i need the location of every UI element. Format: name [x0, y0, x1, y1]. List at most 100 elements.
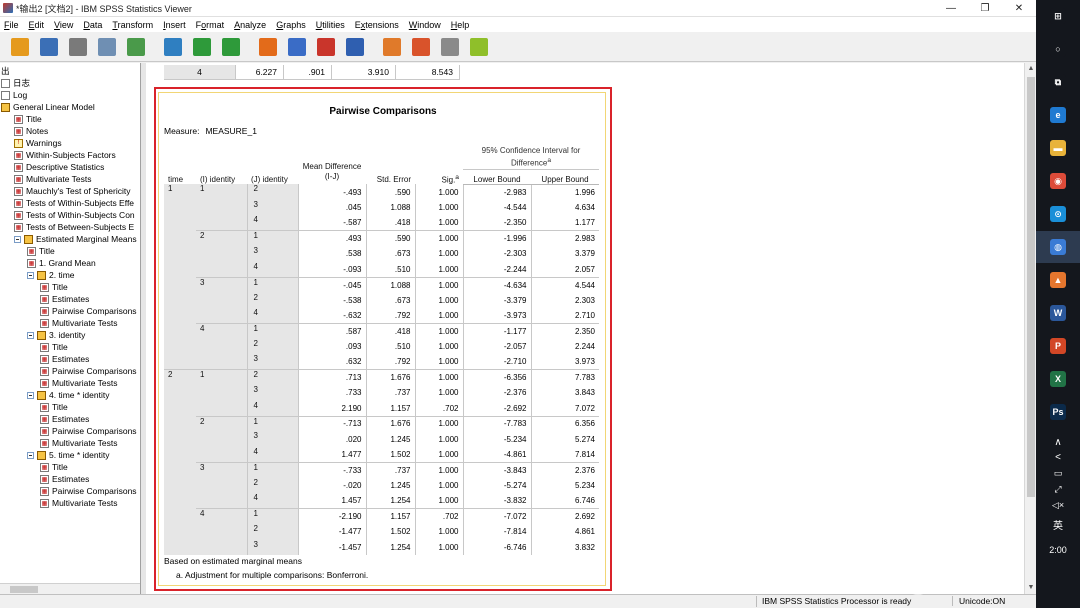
- print-button[interactable]: [66, 35, 90, 59]
- outline-item[interactable]: General Linear Model: [1, 101, 95, 113]
- outline-item[interactable]: ▦ Tests of Within-Subjects Effe: [14, 197, 134, 209]
- maximize-button[interactable]: ❐: [968, 0, 1002, 17]
- collapse-toggle-icon[interactable]: [27, 331, 34, 339]
- outline-item[interactable]: ▦ Estimates: [40, 293, 89, 305]
- excel-taskbar-button[interactable]: X: [1036, 363, 1080, 395]
- outline-item[interactable]: ▦ Estimates: [40, 413, 89, 425]
- outline-item[interactable]: ▦ Title: [40, 341, 68, 353]
- variables-button[interactable]: [343, 35, 367, 59]
- outline-scroll-thumb[interactable]: [10, 586, 38, 593]
- outline-item[interactable]: Log: [1, 89, 27, 101]
- search-app-taskbar-button[interactable]: ⊙: [1036, 198, 1080, 230]
- cortana-taskbar-button[interactable]: ○: [1036, 33, 1080, 65]
- menu-analyze[interactable]: Analyze: [230, 20, 272, 30]
- collapse-toggle-icon[interactable]: [27, 271, 34, 279]
- edge-taskbar-button[interactable]: e: [1036, 99, 1080, 131]
- print-preview-button[interactable]: [95, 35, 119, 59]
- globe-taskbar-button[interactable]: ◍: [1036, 231, 1080, 263]
- outline-item[interactable]: ▦ Descriptive Statistics: [14, 161, 104, 173]
- collapse-toggle-icon[interactable]: [14, 235, 21, 243]
- menu-window[interactable]: Window: [405, 20, 447, 30]
- menu-transform[interactable]: Transform: [108, 20, 159, 30]
- outline-item-label: Pairwise Comparisons: [52, 426, 137, 436]
- outline-item[interactable]: 4. time * identity: [27, 389, 109, 401]
- tray-back-icon[interactable]: <: [1036, 452, 1080, 463]
- outline-item[interactable]: ▦ Tests of Within-Subjects Con: [14, 209, 135, 221]
- go-to-data-button[interactable]: [314, 35, 338, 59]
- ime-indicator[interactable]: 英: [1036, 517, 1080, 532]
- goto-case-button[interactable]: [256, 35, 280, 59]
- outline-item[interactable]: ▦ Pairwise Comparisons: [40, 485, 137, 497]
- redo-button[interactable]: [219, 35, 243, 59]
- outline-item[interactable]: ▦ Pairwise Comparisons: [40, 365, 137, 377]
- menu-view[interactable]: View: [50, 20, 79, 30]
- outline-item[interactable]: ▦ Multivariate Tests: [40, 377, 118, 389]
- outline-item[interactable]: 2. time: [27, 269, 75, 281]
- word-taskbar-button[interactable]: W: [1036, 297, 1080, 329]
- outline-item[interactable]: 日志: [1, 77, 30, 89]
- clock[interactable]: 2:00: [1036, 545, 1080, 555]
- create-edit-button[interactable]: [409, 35, 433, 59]
- chrome-taskbar-button[interactable]: ◉: [1036, 165, 1080, 197]
- outline-item[interactable]: ▦ Title: [40, 281, 68, 293]
- outline-item[interactable]: 5. time * identity: [27, 449, 109, 461]
- menu-file[interactable]: File: [0, 20, 25, 30]
- menu-extensions[interactable]: Extensions: [351, 20, 405, 30]
- powerpoint-taskbar-button[interactable]: P: [1036, 330, 1080, 362]
- file-explorer-taskbar-button[interactable]: ▬: [1036, 132, 1080, 164]
- hide-button[interactable]: [438, 35, 462, 59]
- outline-item[interactable]: ▦ Within-Subjects Factors: [14, 149, 116, 161]
- menu-format[interactable]: Format: [192, 20, 231, 30]
- outline-pane[interactable]: 出日志 Log General Linear Model ▦ Title ▦ Notes! W…: [0, 63, 141, 594]
- menu-insert[interactable]: Insert: [159, 20, 192, 30]
- outline-item[interactable]: ▦ Tests of Between-Subjects E: [14, 221, 134, 233]
- outline-item[interactable]: ▦ Title: [40, 461, 68, 473]
- outline-item[interactable]: ▦ 1. Grand Mean: [27, 257, 96, 269]
- outline-item[interactable]: ▦ Title: [14, 113, 42, 125]
- menu-data[interactable]: Data: [79, 20, 108, 30]
- outline-item[interactable]: ▦ Estimates: [40, 353, 89, 365]
- photoshop-taskbar-button[interactable]: Ps: [1036, 396, 1080, 428]
- tray-expand-icon[interactable]: ∧: [1036, 437, 1080, 448]
- windows-start-taskbar-button[interactable]: ⊞: [1036, 0, 1080, 32]
- cell-sig: 1.000: [414, 230, 463, 247]
- goto-variable-button[interactable]: [285, 35, 309, 59]
- menu-help[interactable]: Help: [447, 20, 476, 30]
- export-button[interactable]: [124, 35, 148, 59]
- outline-item[interactable]: ▦ Multivariate Tests: [40, 497, 118, 509]
- outline-item[interactable]: Estimated Marginal Means: [14, 233, 137, 245]
- pairwise-comparisons-table[interactable]: Pairwise Comparisons Measure: MEASURE_1 t…: [158, 92, 606, 586]
- outline-item[interactable]: ▦ Title: [40, 401, 68, 413]
- outline-item[interactable]: ▦ Multivariate Tests: [40, 317, 118, 329]
- outline-item[interactable]: ▦ Pairwise Comparisons: [40, 305, 137, 317]
- content-vertical-scrollbar[interactable]: ▲ ▼: [1024, 63, 1036, 594]
- close-button[interactable]: ✕: [1002, 0, 1036, 17]
- recall-dialog-button[interactable]: [161, 35, 185, 59]
- undo-button[interactable]: [190, 35, 214, 59]
- menu-utilities[interactable]: Utilities: [312, 20, 351, 30]
- outline-item[interactable]: ▦ Multivariate Tests: [14, 173, 92, 185]
- outline-item[interactable]: ▦ Notes: [14, 125, 48, 137]
- menu-graphs[interactable]: Graphs: [272, 20, 312, 30]
- menu-edit[interactable]: Edit: [25, 20, 51, 30]
- collapse-toggle-icon[interactable]: [27, 451, 34, 459]
- outline-item[interactable]: ▦ Multivariate Tests: [40, 437, 118, 449]
- outline-item[interactable]: 3. identity: [27, 329, 85, 341]
- collapse-toggle-icon[interactable]: [27, 391, 34, 399]
- matlab-taskbar-button[interactable]: ▲: [1036, 264, 1080, 296]
- outline-item[interactable]: 出: [1, 65, 10, 77]
- outline-item[interactable]: ▦ Pairwise Comparisons: [40, 425, 137, 437]
- minimize-button[interactable]: —: [934, 0, 968, 17]
- task-view-taskbar-button[interactable]: ⧉: [1036, 66, 1080, 98]
- outline-item[interactable]: ▦ Mauchly's Test of Sphericity: [14, 185, 130, 197]
- outline-item[interactable]: ! Warnings: [14, 137, 62, 149]
- outline-item[interactable]: ▦ Estimates: [40, 473, 89, 485]
- outline-item[interactable]: ▦ Title: [27, 245, 55, 257]
- content-scroll-thumb[interactable]: [1027, 77, 1035, 497]
- table-icon: ▦: [14, 198, 23, 208]
- save-button[interactable]: [37, 35, 61, 59]
- open-button[interactable]: [8, 35, 32, 59]
- show-all-button[interactable]: [467, 35, 491, 59]
- designated-window-button[interactable]: [380, 35, 404, 59]
- outline-horizontal-scrollbar[interactable]: [0, 583, 140, 594]
